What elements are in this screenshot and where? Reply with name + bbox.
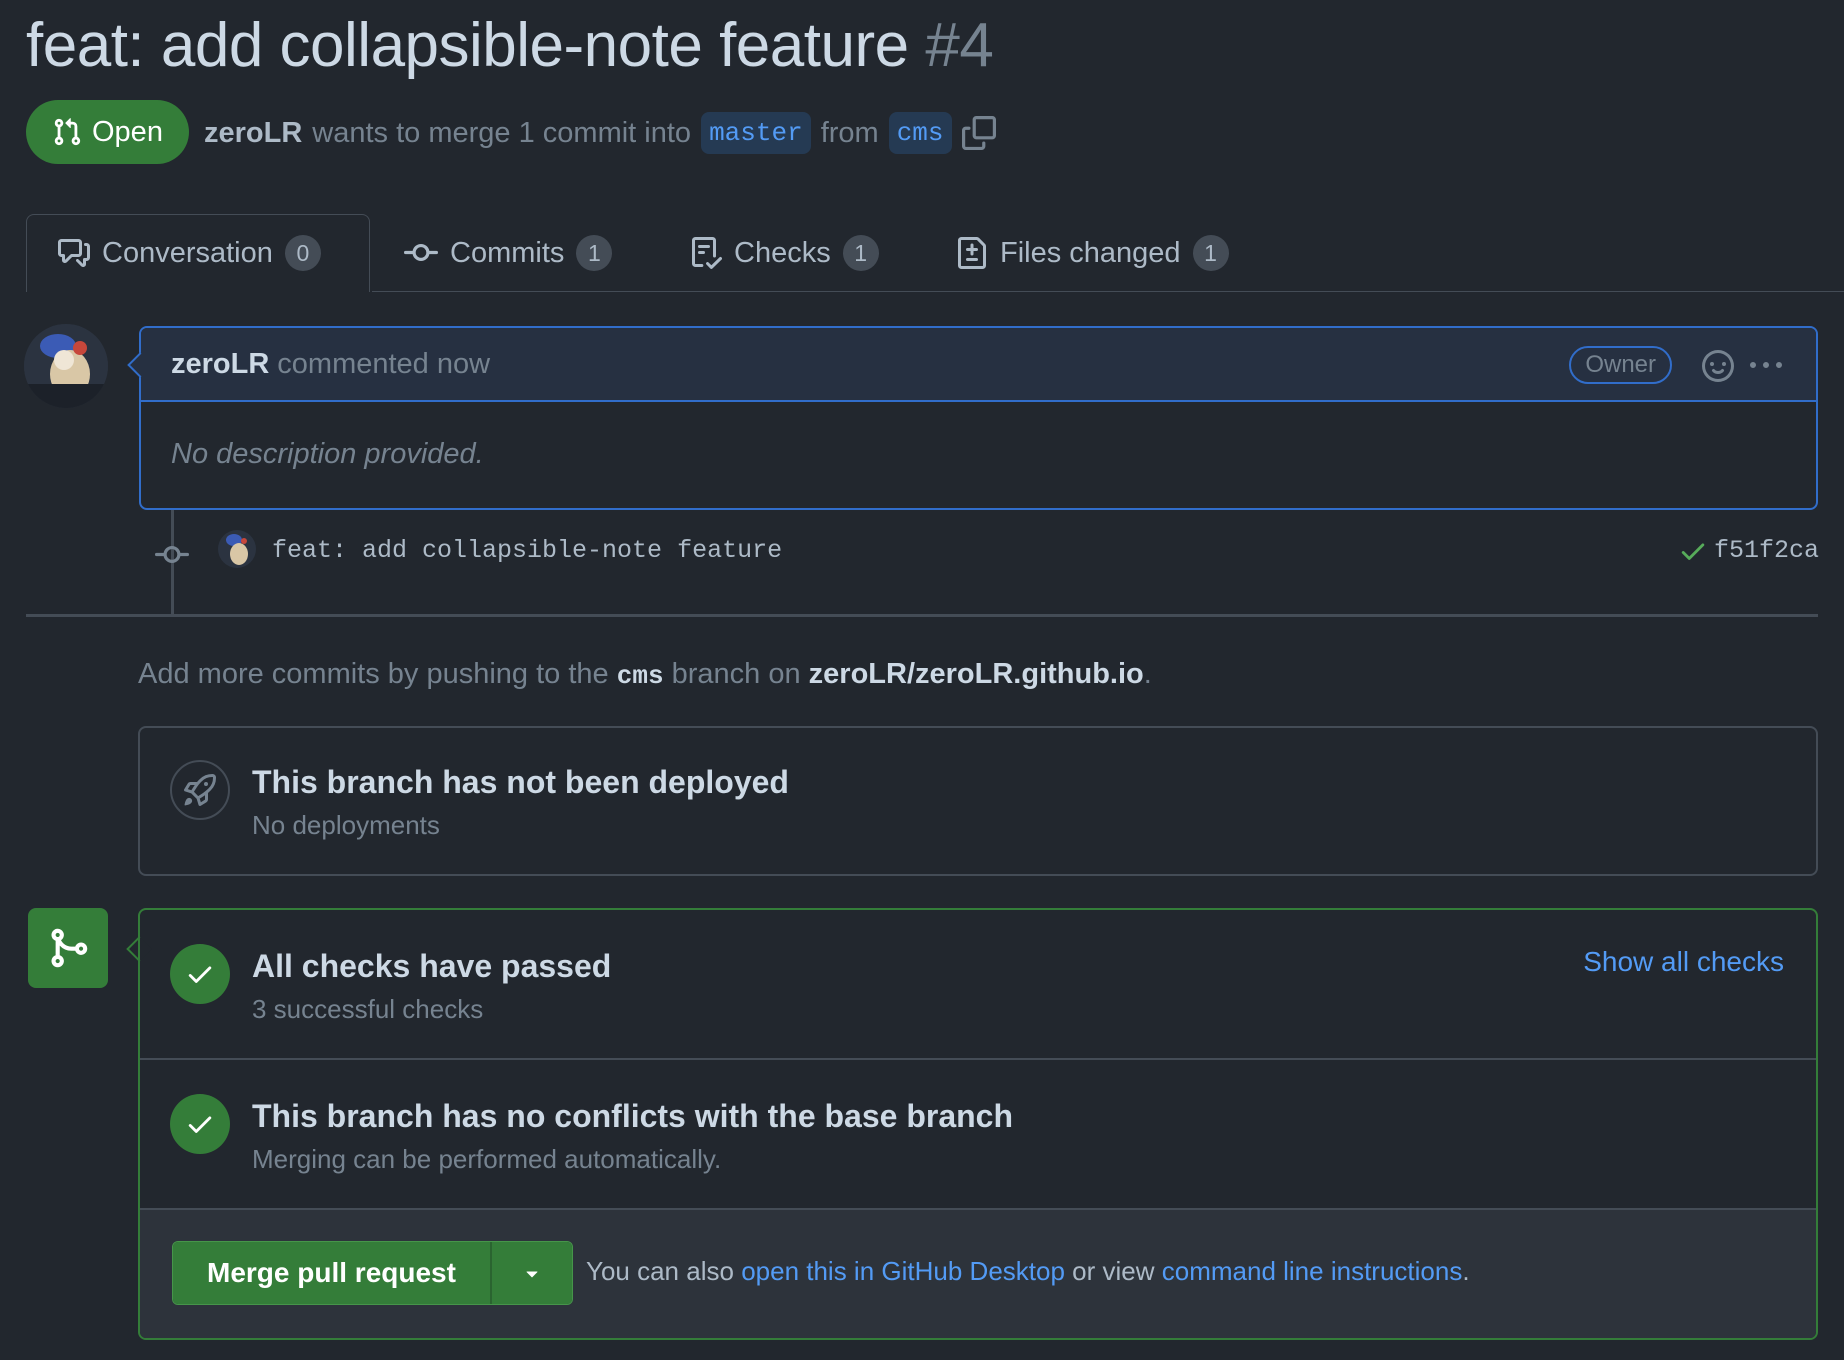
pr-number: #4 [925, 11, 994, 80]
conflicts-title: This branch has no conflicts with the ba… [252, 1098, 1014, 1134]
deployment-box: This branch has not been deployed No dep… [138, 726, 1818, 876]
comment-discussion-icon [58, 239, 90, 267]
merge-options-dropdown[interactable] [489, 1242, 572, 1304]
tab-commits-label: Commits [450, 236, 565, 269]
merge-text-middle: or view [1072, 1256, 1155, 1286]
comment-body: No description provided. [171, 438, 484, 470]
base-branch-label[interactable]: master [701, 112, 811, 154]
pr-author-link[interactable]: zeroLR [204, 117, 302, 150]
rocket-icon-wrap [170, 760, 230, 820]
hint-branch: cms [616, 661, 664, 691]
avatar[interactable] [24, 324, 108, 408]
hint-middle: branch on [671, 658, 801, 690]
git-merge-icon [51, 928, 88, 968]
tab-files-changed-label: Files changed [1000, 236, 1181, 269]
merge-text-suffix: . [1462, 1256, 1470, 1286]
tab-files-changed-count: 1 [1192, 235, 1229, 271]
commit-message-link[interactable]: feat: add collapsible-note feature [272, 536, 782, 565]
comment-timestamp[interactable]: commented now [277, 348, 490, 381]
checks-title: All checks have passed [252, 948, 612, 984]
merge-box: All checks have passed 3 successful chec… [138, 908, 1818, 1340]
owner-badge: Owner [1569, 346, 1672, 384]
check-icon[interactable] [1678, 536, 1708, 566]
pr-from-text: from [820, 116, 879, 149]
merge-alternatives-text: You can also open this in GitHub Desktop… [586, 1256, 1470, 1287]
comment-author[interactable]: zeroLR [171, 348, 269, 381]
github-desktop-link[interactable]: open this in GitHub Desktop [741, 1256, 1065, 1286]
tab-checks-count: 1 [842, 235, 879, 271]
check-icon [188, 966, 212, 983]
tab-checks[interactable]: Checks 1 [690, 214, 879, 292]
kebab-menu-icon[interactable] [1748, 350, 1784, 382]
head-branch-label[interactable]: cms [888, 112, 952, 154]
push-hint: Add more commits by pushing to the cms b… [138, 658, 1152, 691]
pr-state-badge: Open [26, 100, 189, 164]
tab-commits[interactable]: Commits 1 [404, 214, 613, 292]
merge-box-divider [140, 1058, 1816, 1060]
comment-box: zeroLR commented now Owner No descriptio… [139, 326, 1818, 510]
no-conflicts-icon-wrap [170, 1094, 230, 1154]
commit-sha-link[interactable]: f51f2ca [1714, 536, 1819, 565]
deploy-title: This branch has not been deployed [252, 764, 789, 800]
command-line-instructions-link[interactable]: command line instructions [1162, 1256, 1463, 1286]
pr-title: feat: add collapsible-note feature #4 [26, 10, 994, 81]
git-pull-request-icon [54, 118, 81, 146]
show-all-checks-link[interactable]: Show all checks [1583, 946, 1784, 978]
tab-conversation-label: Conversation [102, 236, 273, 269]
checklist-icon [692, 237, 722, 269]
file-diff-icon [958, 237, 986, 269]
tab-conversation-count: 0 [284, 235, 321, 271]
git-commit-icon [155, 545, 189, 563]
commit-avatar[interactable] [218, 530, 256, 568]
deploy-subtitle: No deployments [252, 810, 440, 840]
merge-status-icon [28, 908, 108, 988]
pr-title-text: feat: add collapsible-note feature [26, 11, 909, 80]
smiley-icon[interactable] [1702, 350, 1734, 382]
git-commit-icon [404, 243, 438, 261]
hint-repo-link[interactable]: zeroLR/zeroLR.github.io [809, 658, 1144, 690]
checks-subtitle: 3 successful checks [252, 994, 484, 1024]
pr-state-label: Open [92, 115, 163, 148]
tab-checks-label: Checks [734, 236, 831, 269]
tab-files-changed[interactable]: Files changed 1 [956, 214, 1229, 292]
triangle-down-icon [526, 1271, 538, 1278]
merge-footer-divider [140, 1208, 1816, 1210]
checks-passed-icon-wrap [170, 944, 230, 1004]
timeline-divider [26, 614, 1818, 617]
hint-prefix: Add more commits by pushing to the [138, 658, 609, 690]
pr-merge-text: wants to merge 1 commit into [312, 116, 692, 149]
rocket-icon [184, 774, 216, 806]
comment-header: zeroLR commented now Owner [141, 328, 1816, 402]
merge-pull-request-button[interactable]: Merge pull request [173, 1242, 490, 1304]
tab-commits-count: 1 [576, 235, 613, 271]
check-icon [188, 1116, 212, 1133]
merge-button-group: Merge pull request [172, 1241, 573, 1305]
merge-text-prefix: You can also [586, 1256, 734, 1286]
conflicts-subtitle: Merging can be performed automatically. [252, 1144, 722, 1174]
pr-meta: zeroLR wants to merge 1 commit into mast… [204, 112, 996, 154]
tab-conversation[interactable]: Conversation 0 [58, 214, 321, 292]
copy-icon[interactable] [961, 116, 996, 150]
hint-suffix: . [1143, 658, 1152, 690]
